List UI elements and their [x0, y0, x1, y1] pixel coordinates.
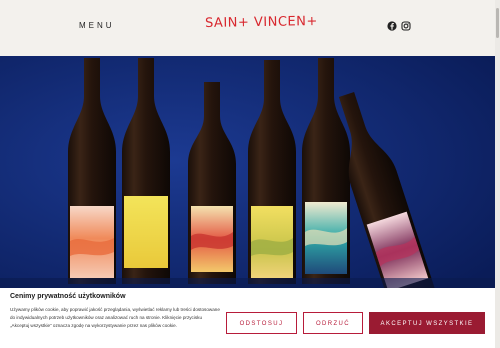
- accept-all-button[interactable]: AKCEPTUJ WSZYSTKIE: [369, 312, 485, 334]
- facebook-icon[interactable]: [387, 21, 397, 31]
- site-logo[interactable]: SAIN+ VINCEN+: [205, 14, 318, 31]
- cookie-banner-text: Używamy plików cookie, aby poprawić jako…: [10, 307, 220, 329]
- cookie-banner: Cenimy prywatność użytkowników Używamy p…: [0, 288, 495, 348]
- scrollbar-thumb[interactable]: [496, 8, 499, 38]
- cookie-banner-title: Cenimy prywatność użytkowników: [10, 293, 126, 300]
- reject-button[interactable]: ODSTOSUJ: [226, 312, 297, 334]
- hero-image: [0, 56, 495, 288]
- scrollbar[interactable]: [495, 0, 500, 348]
- wine-bottles-illustration: [0, 56, 495, 288]
- customize-button[interactable]: ODRZUĆ: [303, 312, 363, 334]
- site-header: MENU SAIN+ VINCEN+: [0, 0, 500, 56]
- instagram-icon[interactable]: [401, 21, 411, 31]
- menu-button[interactable]: MENU: [79, 21, 115, 30]
